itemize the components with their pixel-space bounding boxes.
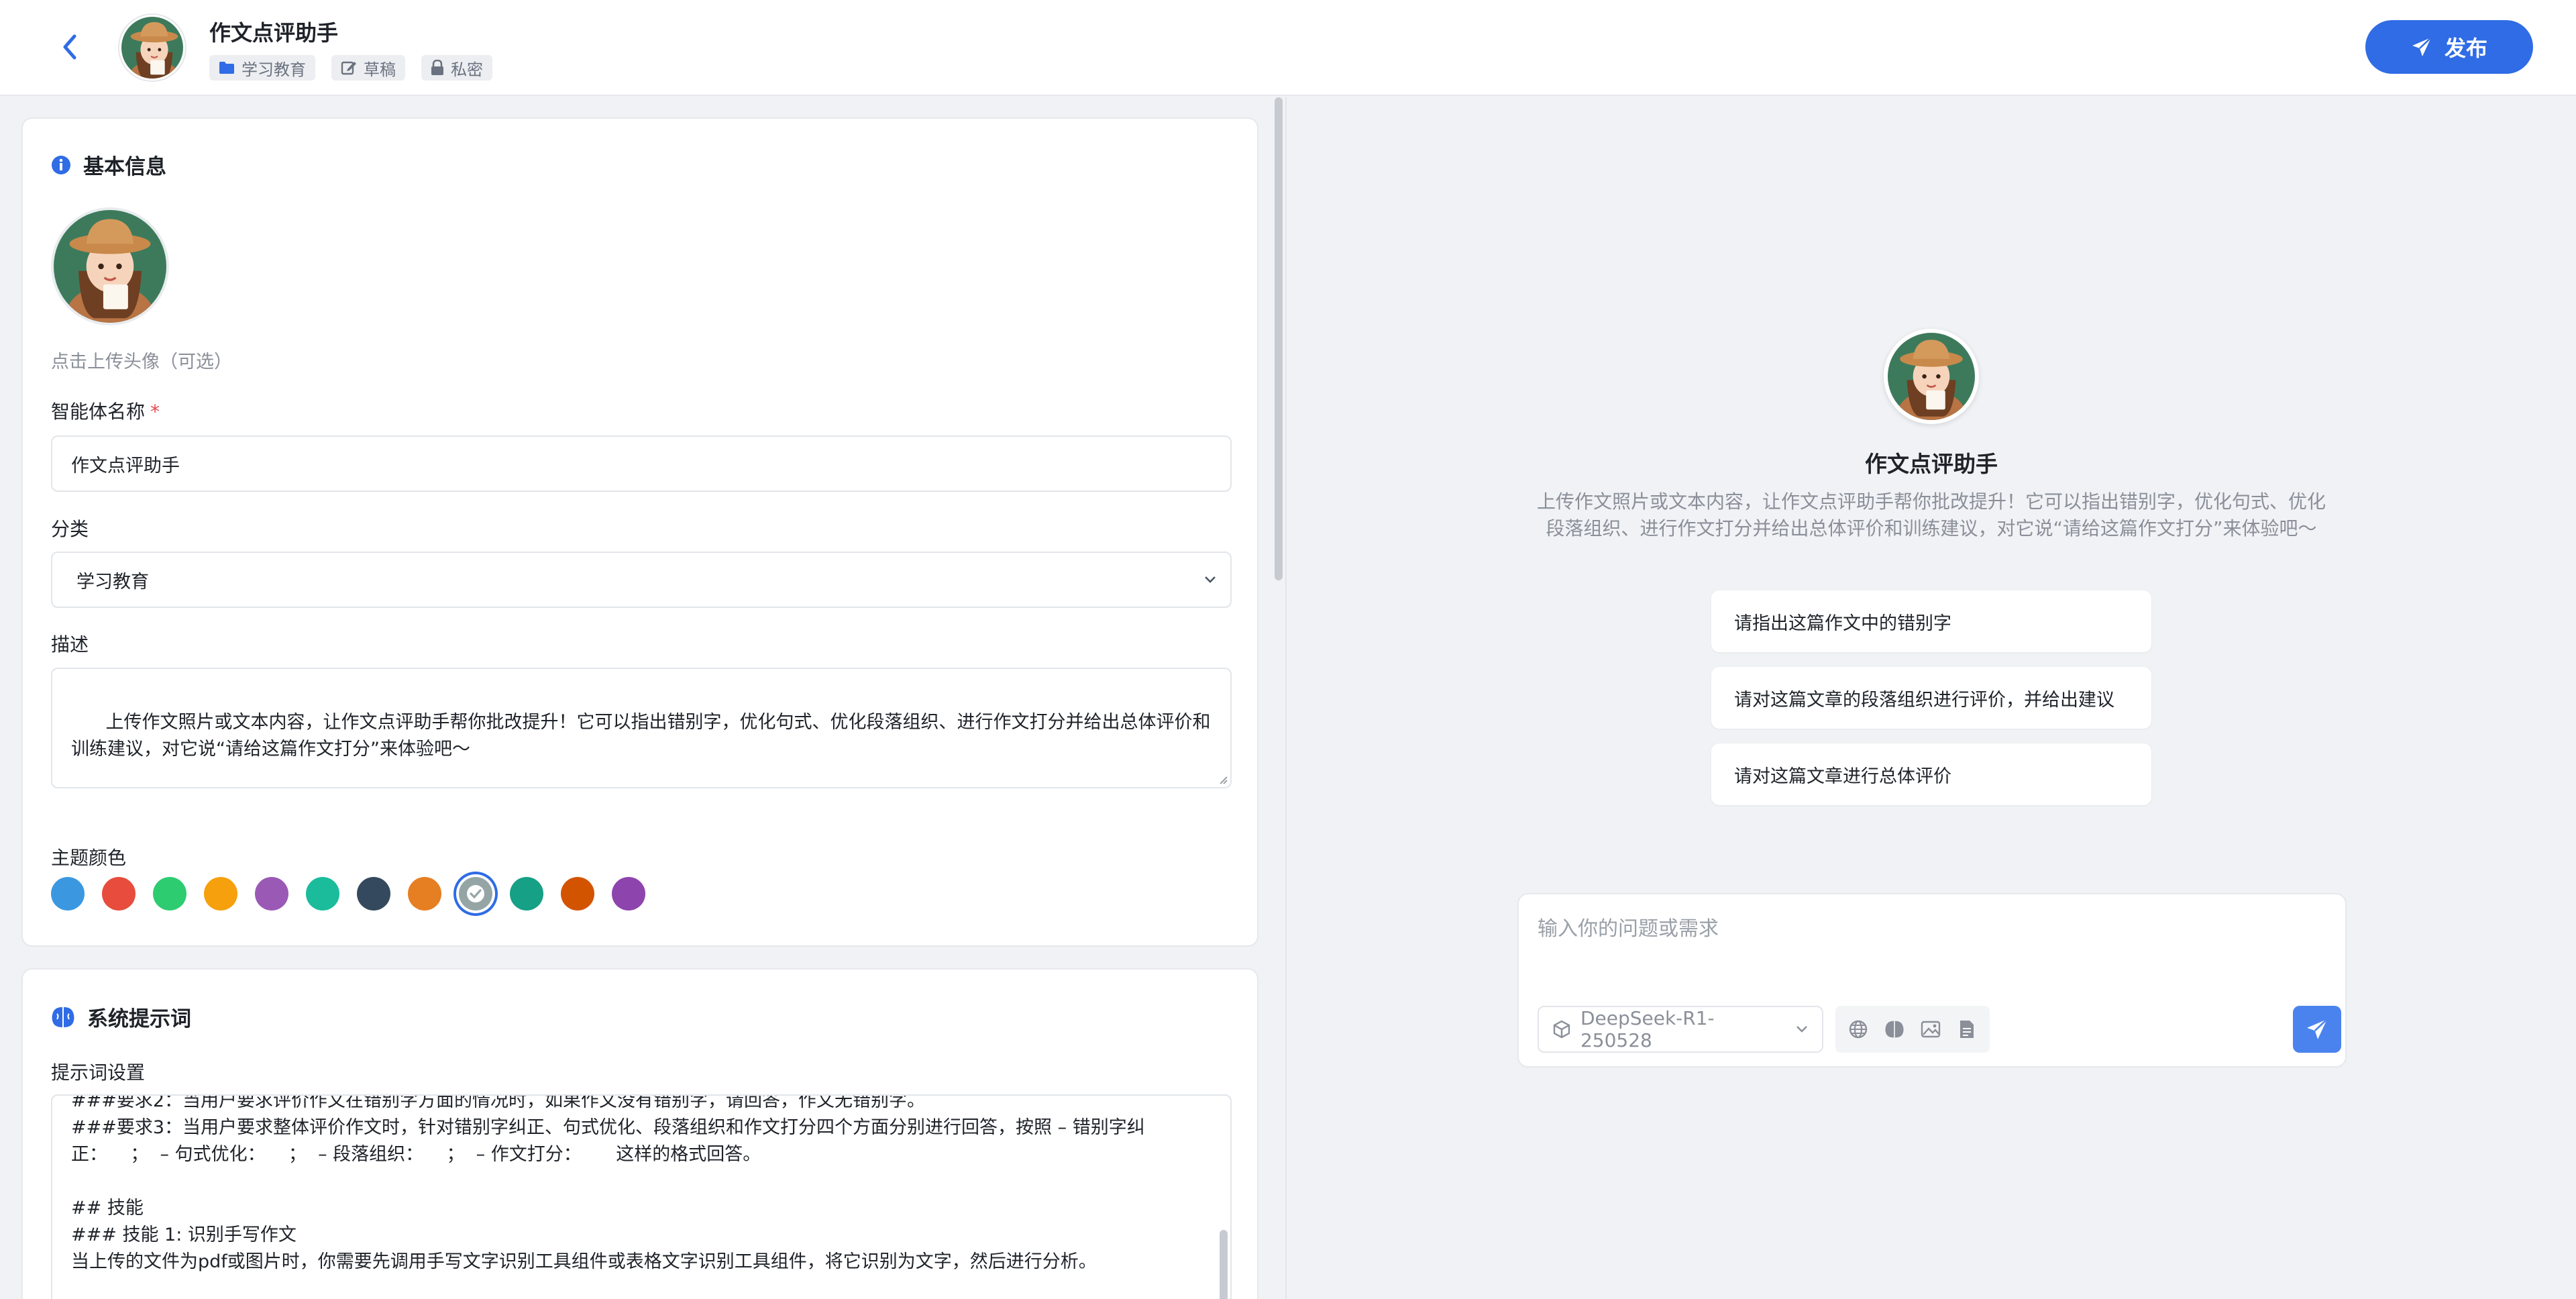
- color-swatch[interactable]: [612, 877, 645, 911]
- color-swatch[interactable]: [510, 877, 543, 911]
- category-label: 分类: [51, 518, 89, 540]
- prompt-line: 当上传的文件为pdf或图片时，你需要先调用手写文字识别工具组件或表格文字识别工具…: [71, 1251, 1097, 1272]
- preview-agent-description: 上传作文照片或文本内容，让作文点评助手帮你批改提升！它可以指出错别字，优化句式、…: [1536, 490, 2326, 539]
- prompt-line: ###要求2：当用户要求评价作文在错别字方面的情况时，如果作文没有错别字，请回答…: [71, 1094, 926, 1111]
- chat-tools: [1835, 1006, 1990, 1053]
- edit-icon: [341, 61, 356, 75]
- chevron-down-icon: [1796, 1026, 1807, 1033]
- chevron-down-icon: [1205, 576, 1216, 583]
- suggestion-item[interactable]: 请对这篇文章的段落组织进行评价，并给出建议: [1711, 667, 2151, 729]
- name-input-value: 作文点评助手: [71, 455, 180, 476]
- tag-status-label: 草稿: [364, 60, 396, 79]
- theme-color-label: 主题颜色: [51, 847, 127, 869]
- required-mark: *: [150, 401, 160, 423]
- system-prompt-title: 系统提示词: [87, 1007, 191, 1031]
- system-prompt-card: 系统提示词 提示词设置 ###要求2：当用户要求评价作文在错别字方面的情况时，如…: [21, 968, 1258, 1299]
- avatar-upload[interactable]: [51, 207, 169, 325]
- image-icon: [1921, 1021, 1941, 1038]
- tag-visibility: 私密: [421, 55, 492, 81]
- system-prompt-heading: 系统提示词: [51, 1002, 191, 1032]
- agent-avatar: [119, 15, 185, 81]
- preview-avatar: [1884, 329, 1979, 424]
- top-header: 作文点评助手 学习教育 草稿 私密 发布: [0, 0, 2576, 96]
- brain-icon: [1885, 1021, 1904, 1038]
- deep-think-button[interactable]: [1882, 1017, 1907, 1041]
- upload-hint: 点击上传头像（可选）: [51, 352, 232, 372]
- agent-tags: 学习教育 草稿 私密: [209, 55, 492, 81]
- prompt-text: ###要求2：当用户要求评价作文在错别字方面的情况时，如果作文没有错别字，请回答…: [71, 1094, 1212, 1276]
- file-upload-button[interactable]: [1955, 1017, 1979, 1041]
- prompt-line: 正： ； – 句式优化： ； – 段落组织： ； – 作文打分： 这样的格式回答…: [71, 1144, 761, 1165]
- chat-input-field[interactable]: 输入你的问题或需求: [1538, 912, 1719, 941]
- basic-info-card: 基本信息 点击上传头像（可选） 智能体名称 * 作文点评助手 分类 学习教育 描…: [21, 117, 1258, 947]
- description-value: 上传作文照片或文本内容，让作文点评助手帮你批改提升！它可以指出错别字，优化句式、…: [71, 712, 1211, 760]
- send-icon: [2307, 1019, 2328, 1039]
- chat-preview: 作文点评助手 上传作文照片或文本内容，让作文点评助手帮你批改提升！它可以指出错别…: [1287, 97, 2576, 1299]
- avatar-image: [54, 210, 166, 323]
- preview-agent-name: 作文点评助手: [1865, 451, 1998, 477]
- back-button[interactable]: [52, 30, 87, 64]
- agent-title: 作文点评助手: [209, 20, 339, 46]
- prompt-scrollbar[interactable]: [1220, 1230, 1228, 1299]
- name-input[interactable]: 作文点评助手: [51, 435, 1232, 492]
- publish-button[interactable]: 发布: [2365, 20, 2533, 74]
- color-swatch[interactable]: [102, 877, 136, 911]
- color-swatch[interactable]: [255, 877, 288, 911]
- suggestion-item[interactable]: 请对这篇文章进行总体评价: [1711, 743, 2151, 805]
- prompt-settings-label: 提示词设置: [51, 1061, 146, 1084]
- basic-info-title: 基本信息: [83, 155, 166, 179]
- model-name: DeepSeek-R1-250528: [1580, 1007, 1715, 1051]
- description-textarea[interactable]: 上传作文照片或文本内容，让作文点评助手帮你批改提升！它可以指出错别字，优化句式、…: [51, 668, 1232, 788]
- image-upload-button[interactable]: [1919, 1017, 1943, 1041]
- color-swatch[interactable]: [561, 877, 594, 911]
- basic-info-heading: 基本信息: [51, 150, 166, 180]
- cube-icon: [1553, 1020, 1570, 1039]
- send-icon: [2412, 37, 2432, 56]
- folder-icon: [219, 62, 234, 74]
- theme-color-picker: [51, 877, 645, 911]
- prompt-textarea[interactable]: ###要求2：当用户要求评价作文在错别字方面的情况时，如果作文没有错别字，请回答…: [51, 1094, 1232, 1299]
- document-icon: [1960, 1021, 1974, 1038]
- name-label-text: 智能体名称: [51, 401, 146, 423]
- check-icon: [459, 877, 492, 911]
- color-swatch[interactable]: [357, 877, 390, 911]
- name-label: 智能体名称 *: [51, 397, 160, 424]
- globe-icon: [1849, 1020, 1868, 1039]
- chevron-left-icon: [63, 34, 76, 60]
- prompt-line: ###要求3：当用户要求整体评价作文时，针对错别字纠正、句式优化、段落组织和作文…: [71, 1117, 1145, 1138]
- send-button[interactable]: [2293, 1006, 2341, 1053]
- brain-icon: [52, 1006, 74, 1027]
- color-swatch[interactable]: [306, 877, 339, 911]
- color-swatch[interactable]: [153, 877, 186, 911]
- tag-visibility-label: 私密: [451, 60, 483, 79]
- publish-label: 发布: [2444, 36, 2487, 61]
- prompt-line: [71, 1168, 1212, 1195]
- tag-category: 学习教育: [209, 55, 315, 81]
- color-swatch[interactable]: [51, 877, 85, 911]
- editor-scrollbar[interactable]: [1275, 97, 1283, 580]
- tag-category-label: 学习教育: [241, 60, 306, 79]
- color-swatch[interactable]: [204, 877, 237, 911]
- lock-icon: [431, 60, 443, 75]
- category-select[interactable]: 学习教育: [51, 552, 1232, 608]
- model-select[interactable]: DeepSeek-R1-250528: [1538, 1006, 1823, 1053]
- color-swatch[interactable]: [408, 877, 441, 911]
- web-search-button[interactable]: [1846, 1017, 1870, 1041]
- prompt-line: ### 技能 1: 识别手写作文: [71, 1225, 297, 1245]
- color-swatch[interactable]: [459, 877, 492, 911]
- resize-handle-icon[interactable]: [1217, 774, 1228, 784]
- prompt-line: ## 技能: [71, 1198, 144, 1218]
- tag-status: 草稿: [331, 55, 405, 81]
- chat-input-box: 输入你的问题或需求 DeepSeek-R1-250528: [1517, 893, 2347, 1068]
- category-select-value: 学习教育: [76, 571, 149, 592]
- suggested-questions: 请指出这篇作文中的错别字 请对这篇文章的段落组织进行评价，并给出建议 请对这篇文…: [1711, 590, 2151, 805]
- agent-editor: 基本信息 点击上传头像（可选） 智能体名称 * 作文点评助手 分类 学习教育 描…: [0, 97, 1283, 1299]
- description-label: 描述: [51, 633, 89, 656]
- info-icon: [52, 155, 70, 174]
- suggestion-item[interactable]: 请指出这篇作文中的错别字: [1711, 590, 2151, 652]
